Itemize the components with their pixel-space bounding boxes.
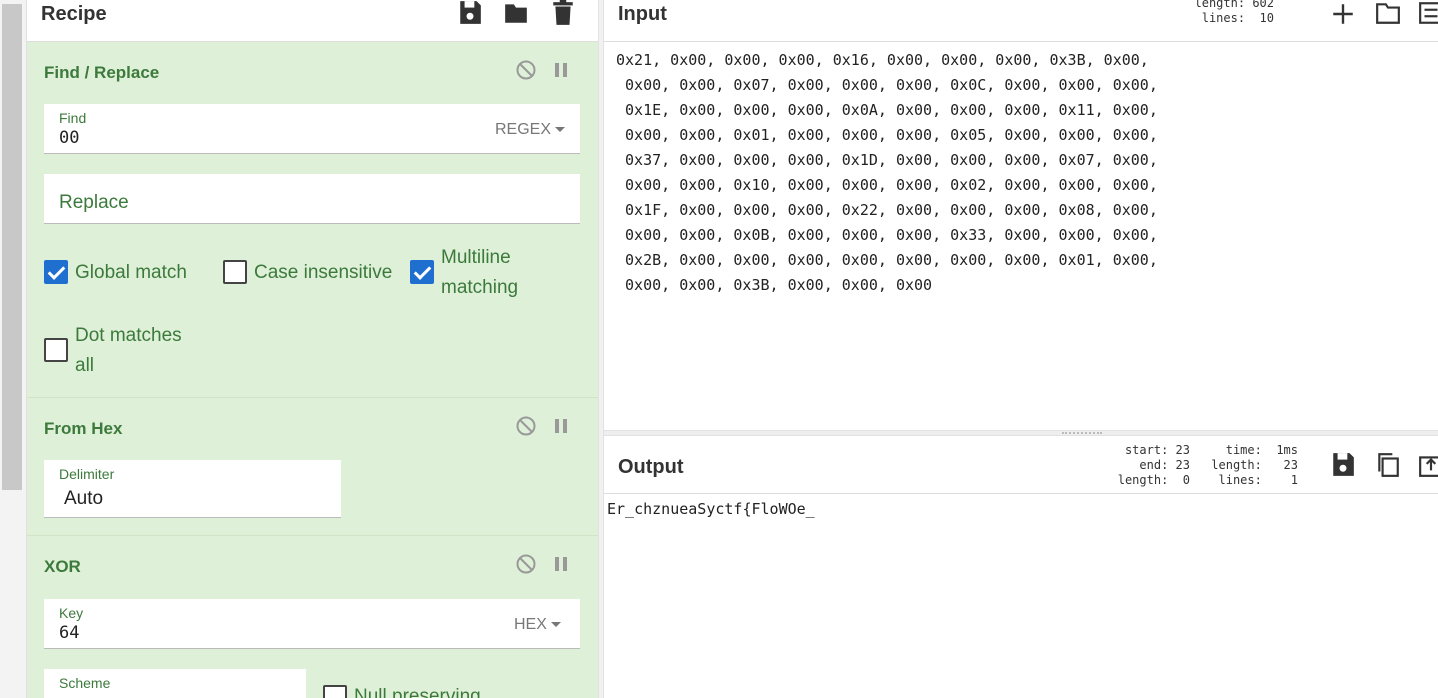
- find-input[interactable]: 00: [59, 128, 79, 148]
- disable-icon[interactable]: [515, 59, 537, 81]
- case-insensitive-label: Case insensitive: [254, 262, 393, 283]
- dot-matches-all-checkbox[interactable]: [44, 338, 68, 362]
- find-mode-dropdown[interactable]: REGEX: [495, 121, 565, 139]
- recipe-header: Recipe: [27, 0, 598, 42]
- add-tab-icon[interactable]: [1330, 1, 1356, 27]
- find-replace-title: Find / Replace: [44, 63, 160, 82]
- folder-icon[interactable]: [503, 0, 529, 26]
- from-hex-title: From Hex: [44, 419, 123, 438]
- move-output-to-input-icon[interactable]: [1418, 452, 1438, 478]
- input-line: 0x00, 0x00, 0x01, 0x00, 0x00, 0x00, 0x05…: [616, 126, 1158, 144]
- input-line: 0x00, 0x00, 0x10, 0x00, 0x00, 0x00, 0x02…: [616, 176, 1158, 194]
- disable-icon[interactable]: [515, 553, 537, 575]
- pause-icon[interactable]: [550, 415, 572, 437]
- find-label: Find: [59, 110, 87, 126]
- input-pane: Input length: 602 lines: 10 0x21, 0x00, …: [604, 0, 1438, 430]
- replace-field[interactable]: Replace: [44, 174, 580, 224]
- input-line: 0x1E, 0x00, 0x00, 0x00, 0x0A, 0x00, 0x00…: [616, 101, 1158, 119]
- input-textarea[interactable]: 0x21, 0x00, 0x00, 0x00, 0x16, 0x00, 0x00…: [616, 48, 1158, 298]
- output-title: Output: [618, 456, 684, 478]
- input-stats: length: 602 lines: 10: [1194, 0, 1275, 25]
- key-field[interactable]: Key 64 HEX: [44, 599, 580, 649]
- input-line: 0x00, 0x00, 0x07, 0x00, 0x00, 0x00, 0x0C…: [616, 76, 1158, 94]
- find-field[interactable]: Find 00 REGEX: [44, 104, 580, 154]
- global-match-checkbox[interactable]: [44, 260, 68, 284]
- input-line: 0x37, 0x00, 0x00, 0x00, 0x1D, 0x00, 0x00…: [616, 151, 1158, 169]
- output-stats-selection: start: 23 end: 23 length: 0: [1117, 443, 1190, 487]
- input-line: 0x1F, 0x00, 0x00, 0x00, 0x22, 0x00, 0x00…: [616, 201, 1158, 219]
- dot-matches-all-label-2: all: [75, 355, 95, 376]
- recipe-title: Recipe: [41, 3, 107, 25]
- xor-operation: XOR Key 64 HEX Scheme Null preserving: [27, 536, 598, 698]
- case-insensitive-checkbox[interactable]: [223, 260, 247, 284]
- scheme-field[interactable]: Scheme: [44, 669, 306, 698]
- replace-input-icon[interactable]: [1418, 0, 1438, 26]
- save-icon[interactable]: [457, 0, 483, 26]
- null-preserving-label: Null preserving: [354, 686, 481, 698]
- input-line: 0x00, 0x00, 0x3B, 0x00, 0x00, 0x00: [616, 276, 933, 294]
- save-output-icon[interactable]: [1330, 452, 1356, 478]
- pause-icon[interactable]: [550, 59, 572, 81]
- splitter-grip[interactable]: [1062, 432, 1102, 434]
- copy-icon[interactable]: [1375, 452, 1401, 478]
- dot-matches-all-label: Dot matches: [75, 325, 182, 346]
- output-pane: Output start: 23 end: 23 length: 0 time:…: [604, 436, 1438, 698]
- input-line: 0x2B, 0x00, 0x00, 0x00, 0x00, 0x00, 0x00…: [616, 251, 1158, 269]
- input-line: 0x00, 0x00, 0x0B, 0x00, 0x00, 0x00, 0x33…: [616, 226, 1158, 244]
- cyberchef-window: Recipe Find / Replace Find 00 REGEX Repl…: [0, 0, 1438, 698]
- delimiter-label: Delimiter: [59, 466, 115, 482]
- open-folder-icon[interactable]: [1375, 0, 1401, 26]
- find-replace-operation: Find / Replace Find 00 REGEX Replace Glo…: [27, 42, 598, 398]
- scheme-label: Scheme: [59, 675, 111, 691]
- left-scrollbar[interactable]: [0, 0, 27, 698]
- null-preserving-checkbox[interactable]: [323, 685, 347, 698]
- delimiter-field[interactable]: Delimiter Auto: [44, 460, 341, 518]
- disable-icon[interactable]: [515, 415, 537, 437]
- multiline-label-2: matching: [441, 277, 519, 298]
- from-hex-operation: From Hex Delimiter Auto: [27, 398, 598, 536]
- pause-icon[interactable]: [550, 553, 572, 575]
- input-line: 0x21, 0x00, 0x00, 0x00, 0x16, 0x00, 0x00…: [616, 51, 1149, 69]
- replace-input[interactable]: Replace: [59, 192, 129, 214]
- delimiter-select[interactable]: Auto: [64, 488, 103, 510]
- key-input[interactable]: 64: [59, 623, 79, 643]
- multiline-checkbox[interactable]: [410, 260, 434, 284]
- xor-title: XOR: [44, 557, 81, 576]
- multiline-label: Multiline: [441, 247, 511, 268]
- key-mode-dropdown[interactable]: HEX: [514, 616, 561, 634]
- output-text[interactable]: Er_chznueaSyctf{FloWOe_: [607, 500, 815, 518]
- scrollbar-thumb[interactable]: [2, 4, 22, 490]
- input-header: Input length: 602 lines: 10: [604, 0, 1438, 42]
- trash-icon[interactable]: [550, 0, 576, 26]
- key-label: Key: [59, 605, 84, 621]
- input-title: Input: [618, 3, 667, 25]
- output-header: Output start: 23 end: 23 length: 0 time:…: [604, 436, 1438, 494]
- global-match-label: Global match: [75, 262, 187, 283]
- output-stats: time: 1ms length: 23 lines: 1: [1211, 443, 1298, 487]
- recipe-pane: Recipe Find / Replace Find 00 REGEX Repl…: [27, 0, 598, 698]
